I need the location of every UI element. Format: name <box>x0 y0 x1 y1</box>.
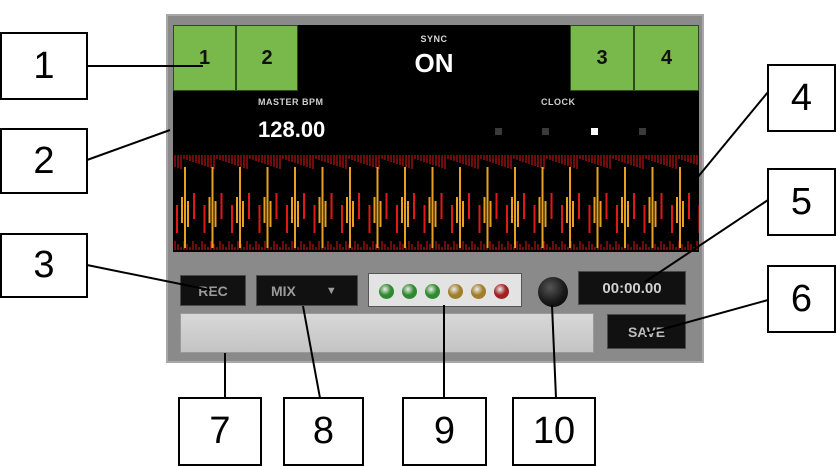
callout-5: 5 <box>767 168 836 236</box>
callout-4: 4 <box>767 64 836 132</box>
callout-1: 1 <box>0 32 88 100</box>
callout-7: 7 <box>178 397 262 466</box>
callout-9: 9 <box>402 397 487 466</box>
callout-2: 2 <box>0 128 88 194</box>
annotated-mixer-figure: 1 2 SYNC ON 3 4 MASTER BPM 128.00 CLOCK … <box>0 0 836 466</box>
callout-6: 6 <box>767 265 836 333</box>
callout-3: 3 <box>0 233 88 298</box>
callout-8: 8 <box>283 397 364 466</box>
callout-10: 10 <box>512 397 596 466</box>
